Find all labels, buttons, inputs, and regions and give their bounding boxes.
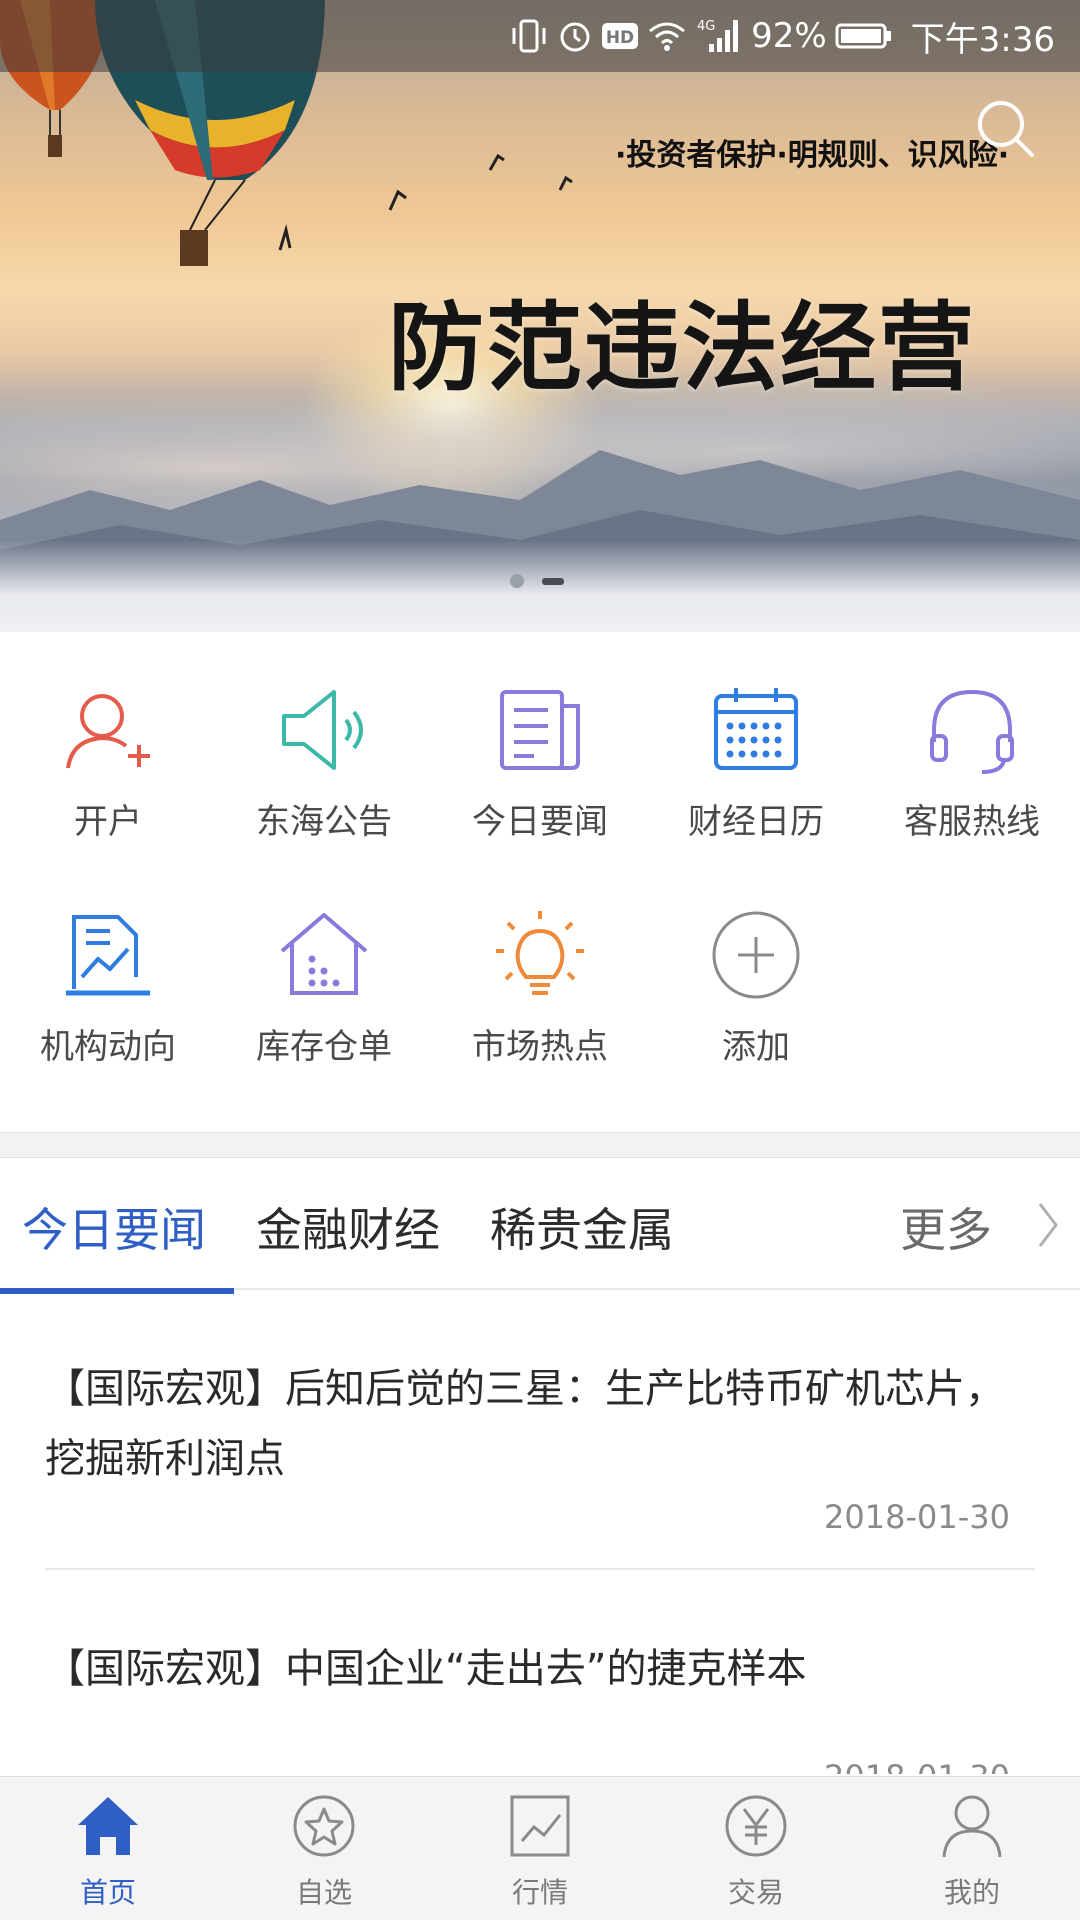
page-dot (510, 574, 524, 588)
shortcut-add[interactable]: 添加 (648, 857, 864, 1067)
yen-icon (725, 1795, 787, 1857)
chart-doc-icon (66, 915, 150, 996)
warehouse-icon (280, 913, 368, 995)
hd-icon: HD (602, 23, 639, 49)
banner-title: 防范违法经营 (388, 292, 976, 404)
shortcut-institution-trends[interactable]: 机构动向 (0, 857, 216, 1067)
nav-market[interactable]: 行情 (432, 1777, 648, 1920)
shortcut-label: 库存仓单 (256, 1027, 392, 1067)
status-bar: HD 4G 92% 下午3:36 (0, 0, 1080, 72)
svg-text:HD: HD (606, 28, 634, 48)
section-divider (0, 1132, 1080, 1158)
more-tabs-button[interactable]: 更多 (900, 1194, 992, 1260)
nav-label: 首页 (79, 1876, 136, 1909)
shortcut-label: 东海公告 (256, 802, 392, 842)
svg-text:4G: 4G (697, 19, 715, 34)
calendar-icon (714, 688, 798, 770)
shortcut-label: 财经日历 (688, 802, 824, 842)
page-dot-active (542, 578, 564, 585)
nav-label: 自选 (295, 1876, 352, 1909)
promo-banner[interactable]: ·投资者保护·明规则、识风险· 防范违法经营 (0, 0, 1080, 632)
tab-today-news[interactable]: 今日要闻 (22, 1194, 206, 1260)
shortcut-today-news[interactable]: 今日要闻 (432, 632, 648, 842)
add-user-icon (66, 694, 150, 769)
news-item[interactable]: 【国际宏观】中国企业“走出去”的捷克样本 2018-01-30 (45, 1634, 1035, 1774)
headset-icon (930, 689, 1014, 774)
shortcut-label: 机构动向 (40, 1027, 176, 1067)
user-icon (942, 1795, 1002, 1858)
nav-label: 我的 (943, 1876, 1000, 1909)
shortcut-label: 开户 (74, 802, 142, 842)
shortcut-label: 添加 (722, 1027, 790, 1067)
nav-trade[interactable]: 交易 (648, 1777, 864, 1920)
vibrate-icon (512, 19, 546, 53)
bottom-navigation: 首页 自选 行情 交易 我的 (0, 1776, 1080, 1920)
clock-time: 下午3:36 (910, 19, 1055, 60)
shortcut-announcements[interactable]: 东海公告 (216, 632, 432, 842)
home-icon (78, 1797, 138, 1855)
shortcut-label: 市场热点 (472, 1027, 608, 1067)
nav-label: 行情 (511, 1876, 568, 1909)
add-circle-icon (712, 911, 800, 999)
shortcut-finance-calendar[interactable]: 财经日历 (648, 632, 864, 842)
shortcut-inventory-warrants[interactable]: 库存仓单 (216, 857, 432, 1067)
nav-watchlist[interactable]: 自选 (216, 1777, 432, 1920)
lightbulb-icon (496, 911, 584, 995)
birds-image (278, 153, 573, 251)
shortcut-market-hotspots[interactable]: 市场热点 (432, 857, 648, 1067)
news-date: 2018-01-30 (824, 1758, 1010, 1774)
news-date: 2018-01-30 (824, 1498, 1010, 1536)
news-title: 【国际宏观】中国企业“走出去”的捷克样本 (45, 1646, 807, 1692)
shortcut-grid: 开户 东海公告 今日要闻 财经日历 客服热线 机构动向 库存仓单 市场热点 添加 (0, 632, 1080, 1132)
nav-profile[interactable]: 我的 (864, 1777, 1080, 1920)
battery-icon (835, 23, 891, 49)
shortcut-open-account[interactable]: 开户 (0, 632, 216, 842)
news-separator (45, 1568, 1035, 1570)
banner-mist (0, 540, 1080, 632)
banner-subtitle: ·投资者保护·明规则、识风险· (615, 138, 1010, 173)
shortcut-service-hotline[interactable]: 客服热线 (864, 632, 1080, 842)
search-icon[interactable] (975, 98, 1037, 160)
battery-percent: 92% (751, 16, 827, 56)
shortcut-label: 客服热线 (904, 802, 1040, 842)
tab-precious-metals[interactable]: 稀贵金属 (490, 1194, 674, 1260)
wifi-icon (649, 22, 686, 51)
market-chart-icon (510, 1795, 570, 1857)
nav-home[interactable]: 首页 (0, 1777, 216, 1920)
news-list: 【国际宏观】后知后觉的三星：生产比特币矿机芯片，挖掘新利润点 2018-01-3… (0, 1294, 1080, 1774)
news-item[interactable]: 【国际宏观】后知后觉的三星：生产比特币矿机芯片，挖掘新利润点 2018-01-3… (45, 1354, 1035, 1536)
shortcut-label: 今日要闻 (472, 802, 608, 842)
alarm-icon (560, 22, 590, 52)
signal-4g-icon: 4G (697, 19, 739, 52)
news-tabs: 今日要闻 金融财经 稀贵金属 更多 (0, 1158, 1080, 1290)
nav-label: 交易 (727, 1876, 784, 1909)
tab-finance[interactable]: 金融财经 (256, 1194, 440, 1260)
speaker-icon (282, 690, 363, 770)
news-icon (500, 690, 580, 770)
news-title: 【国际宏观】后知后觉的三星：生产比特币矿机芯片，挖掘新利润点 (45, 1366, 1005, 1482)
star-icon (293, 1795, 355, 1857)
chevron-right-icon[interactable] (1036, 1200, 1060, 1250)
